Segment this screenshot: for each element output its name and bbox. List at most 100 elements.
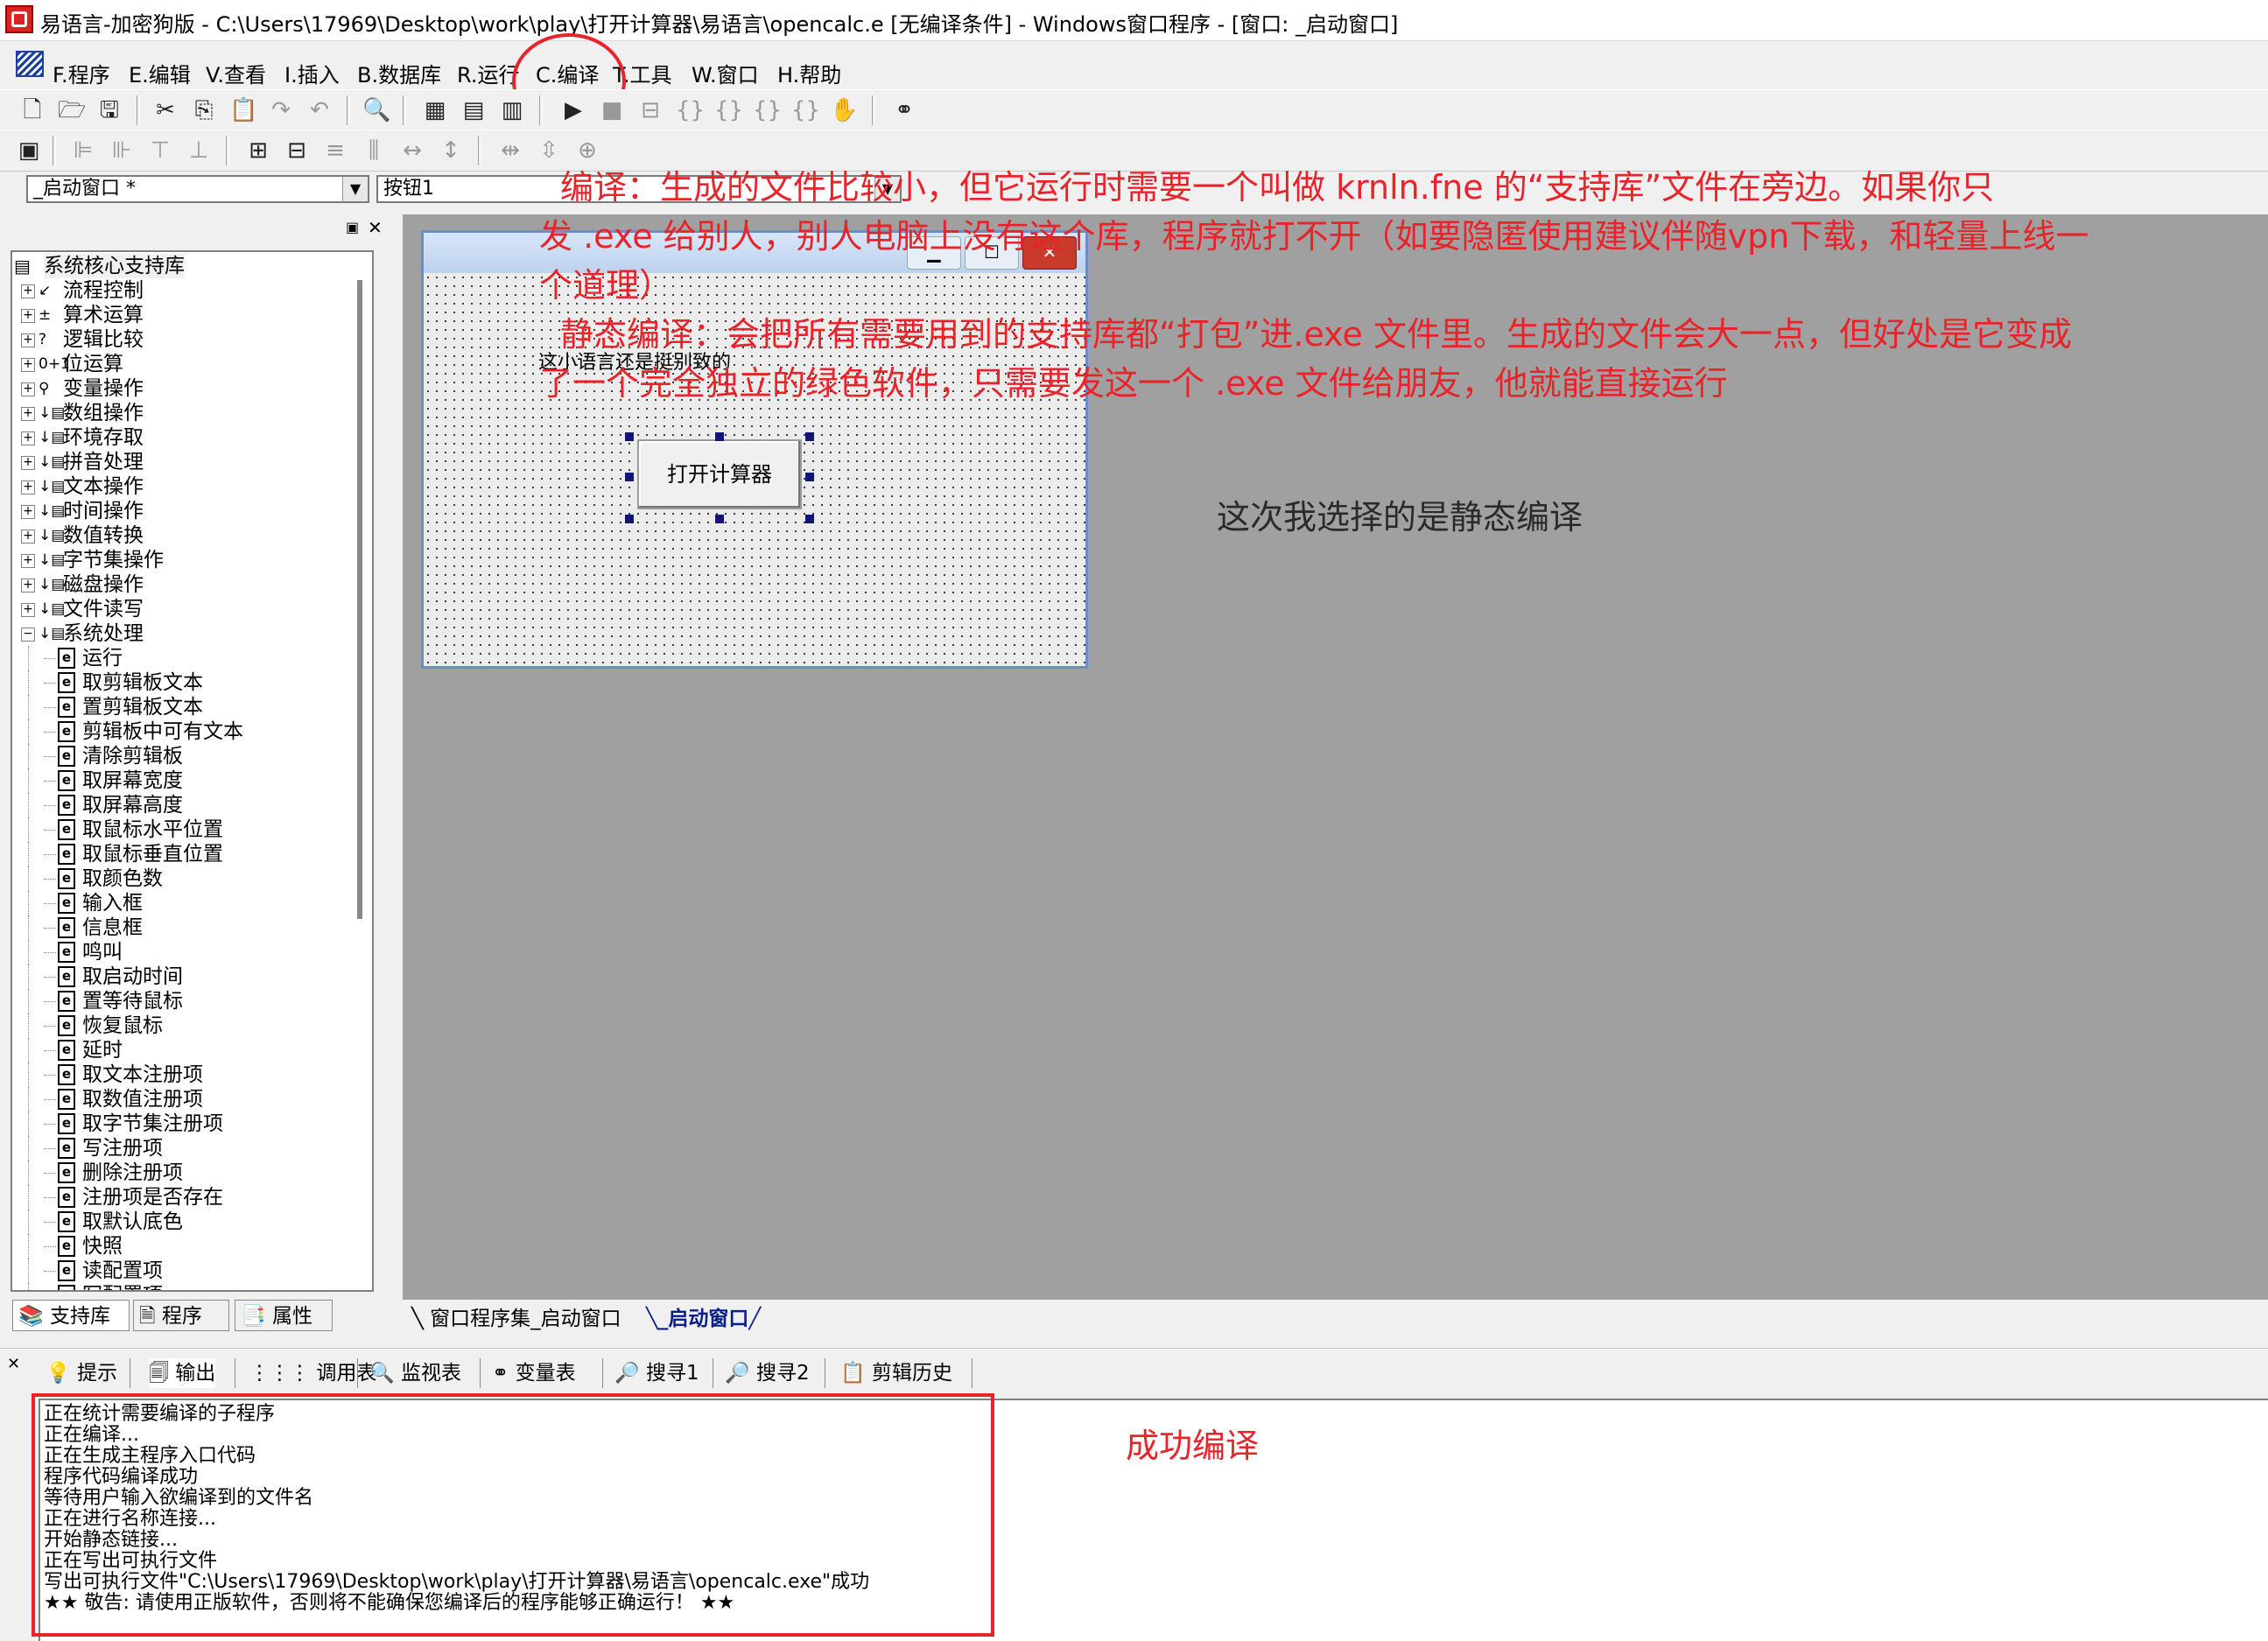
menu-insert[interactable]: I.插入 (284, 58, 340, 88)
properties-icon: 📑 (241, 1305, 266, 1328)
command-icon: e (58, 942, 75, 963)
tab-clip-history[interactable]: 📋 剪辑历史 (840, 1358, 952, 1388)
command-icon: e (58, 697, 75, 718)
tab-properties[interactable]: 📑 属性 (235, 1300, 333, 1331)
expand-icon[interactable]: + (21, 407, 35, 421)
tab-hints[interactable]: 💡 提示 (46, 1358, 117, 1388)
tab-watch[interactable]: 🔍 监视表 (369, 1358, 461, 1388)
tree-label: 文本操作 (63, 475, 144, 498)
expand-icon[interactable]: + (21, 505, 35, 519)
restore-icon[interactable]: ▣ (346, 219, 359, 235)
undo-icon[interactable]: ↶ (306, 97, 333, 123)
expand-icon[interactable]: + (21, 333, 35, 347)
tab-search2[interactable]: 🔎 搜寻2 (725, 1358, 810, 1388)
stop-icon[interactable]: ■ (599, 97, 625, 123)
space-v-icon[interactable]: ⫼ (361, 137, 387, 164)
debug-icon[interactable]: ⊟ (637, 97, 664, 123)
step-over-icon[interactable]: {} (714, 97, 743, 123)
align-right-icon[interactable]: ⊪ (109, 137, 135, 164)
menu-edit[interactable]: E.编辑 (129, 58, 191, 88)
category-icon: ↓▤ (39, 576, 66, 593)
menu-program[interactable]: F.程序 (53, 58, 110, 88)
tab-label: 提示 (76, 1362, 117, 1385)
binoculars-icon[interactable]: ⚭ (891, 97, 917, 123)
resize-handle[interactable] (805, 473, 814, 481)
resize-handle[interactable] (625, 515, 634, 523)
paste-icon[interactable]: 📋 (229, 97, 257, 123)
run-to-cursor-icon[interactable]: {} (791, 97, 820, 123)
command-icon: e (58, 1236, 75, 1257)
chevron-down-icon[interactable]: ▼ (342, 177, 368, 201)
find-icon[interactable]: 🔍 (362, 97, 390, 123)
tab-output[interactable]: 🗐 输出 (149, 1358, 216, 1388)
search2-icon: 🔎 (725, 1362, 750, 1385)
expand-icon[interactable]: + (21, 554, 35, 568)
resize-handle[interactable] (805, 515, 814, 523)
expand-icon[interactable]: + (21, 529, 35, 543)
tab-window-module[interactable]: ╲ 窗口程序集_启动窗口 (411, 1304, 621, 1334)
space-h-icon[interactable]: ≡ (322, 137, 348, 164)
center-h-icon[interactable]: ⊞ (245, 137, 271, 164)
tab-program[interactable]: 🗎 程序 (133, 1300, 229, 1331)
expand-icon[interactable]: + (21, 456, 35, 470)
layout3-icon[interactable]: ▥ (499, 97, 525, 123)
tab-startup-window[interactable]: ╲_启动窗口╱ (646, 1304, 761, 1334)
expand-icon[interactable]: + (21, 284, 35, 298)
run-icon[interactable]: ▶ (560, 97, 586, 123)
open-folder-icon[interactable]: 🗁 (58, 97, 86, 123)
expand-icon[interactable]: + (21, 358, 35, 372)
open-calculator-button[interactable]: 打开计算器 (637, 439, 802, 509)
menu-view[interactable]: V.查看 (206, 58, 266, 88)
resize-handle[interactable] (625, 473, 634, 481)
menu-run[interactable]: R.运行 (457, 58, 519, 88)
expand-icon[interactable]: + (21, 603, 35, 617)
tab-variables[interactable]: ⚭ 变量表 (492, 1358, 576, 1388)
resize-handle[interactable] (715, 515, 724, 523)
expand-icon[interactable]: + (21, 480, 35, 494)
layout2-icon[interactable]: ▤ (460, 97, 487, 123)
ide-logo-icon[interactable] (16, 51, 44, 77)
menu-help[interactable]: H.帮助 (777, 58, 841, 88)
expand-icon[interactable]: + (21, 431, 35, 445)
expand-icon[interactable]: − (21, 628, 35, 642)
align-left-icon[interactable]: ⊫ (70, 137, 96, 164)
same-width-icon[interactable]: ↔ (399, 137, 425, 164)
expand-icon[interactable]: + (21, 309, 35, 323)
menu-database[interactable]: B.数据库 (357, 58, 441, 88)
tab-search1[interactable]: 🔎 搜寻1 (614, 1358, 699, 1388)
size-height-icon[interactable]: ⇳ (536, 137, 562, 164)
annotation-static-1: 静态编译：会把所有需要用到的支持库都“打包”进.exe 文件里。生成的文件会大一… (560, 315, 2072, 354)
window-select[interactable]: _启动窗口 * ▼ (26, 175, 369, 203)
align-top-icon[interactable]: ⊤ (147, 137, 173, 164)
resize-handle[interactable] (715, 432, 724, 441)
copy-icon[interactable]: ⎘ (191, 97, 217, 123)
expand-icon[interactable]: + (21, 579, 35, 593)
step-into-icon[interactable]: {} (676, 97, 705, 123)
resize-handle[interactable] (625, 432, 634, 441)
expand-icon[interactable]: + (21, 382, 35, 396)
same-height-icon[interactable]: ↕ (438, 137, 464, 164)
tab-label: 窗口程序集_启动窗口 (430, 1308, 621, 1330)
size-width-icon[interactable]: ⇹ (497, 137, 523, 164)
cut-icon[interactable]: ✂ (152, 97, 179, 123)
hand-icon[interactable]: ✋ (830, 97, 858, 123)
step-out-icon[interactable]: {} (753, 97, 782, 123)
save-icon[interactable]: 🖫 (96, 97, 123, 123)
layout1-icon[interactable]: ▦ (422, 97, 448, 123)
size-both-icon[interactable]: ⊕ (574, 137, 600, 164)
center-v-icon[interactable]: ⊟ (284, 137, 310, 164)
tree-scrollbar[interactable] (352, 280, 366, 919)
search-icon: 🔍 (369, 1362, 395, 1385)
align-bottom-icon[interactable]: ⊥ (186, 137, 212, 164)
panel-close-icon[interactable]: ✕ (7, 1355, 20, 1373)
command-icon: e (58, 1162, 75, 1183)
form-icon[interactable]: ▣ (16, 137, 42, 164)
new-file-icon[interactable]: 🗋 (19, 97, 46, 123)
tree-label: 信息框 (82, 916, 143, 939)
redo-icon[interactable]: ↷ (268, 97, 294, 123)
close-icon[interactable]: ✕ (368, 217, 383, 238)
tab-support-library[interactable]: 📚 支持库 (12, 1300, 130, 1331)
resize-handle[interactable] (805, 432, 814, 441)
menu-window[interactable]: W.窗口 (692, 58, 759, 88)
command-icon: e (58, 1285, 75, 1290)
